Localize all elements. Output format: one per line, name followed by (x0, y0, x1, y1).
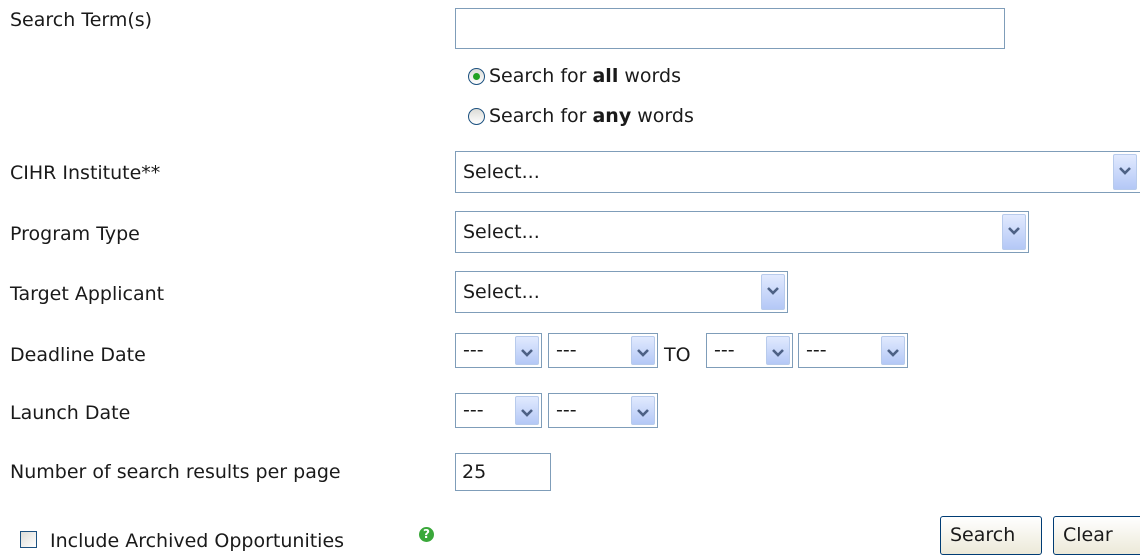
program-type-select[interactable]: Select... (455, 211, 1029, 253)
search-terms-label: Search Term(s) (10, 9, 153, 31)
launch-day-value: --- (556, 399, 577, 421)
program-type-value: Select... (463, 221, 540, 243)
chevron-down-icon[interactable] (631, 336, 655, 365)
target-applicant-label: Target Applicant (10, 283, 165, 305)
deadline-from-day-select[interactable]: --- (548, 333, 658, 368)
chevron-down-icon[interactable] (761, 274, 785, 310)
launch-month-value: --- (463, 399, 484, 421)
target-applicant-value: Select... (463, 281, 540, 303)
launch-month-select[interactable]: --- (455, 393, 542, 428)
radio-any-label-bold: any (592, 105, 632, 127)
launch-date-label: Launch Date (10, 402, 131, 424)
radio-any-words[interactable] (468, 107, 485, 125)
radio-all-words[interactable] (468, 67, 485, 85)
deadline-from-month-select[interactable]: --- (455, 333, 542, 368)
chevron-down-icon[interactable] (1002, 214, 1026, 250)
chevron-down-icon[interactable] (766, 336, 790, 365)
deadline-to-day-select[interactable]: --- (798, 333, 908, 368)
cihr-institute-value: Select... (463, 161, 540, 183)
results-per-page-label: Number of search results per page (10, 461, 341, 483)
deadline-from-day-value: --- (556, 339, 577, 361)
clear-button[interactable]: Clear (1053, 516, 1140, 555)
search-all-words-option[interactable]: Search for all words (468, 63, 681, 89)
search-button[interactable]: Search (940, 516, 1042, 555)
deadline-to-month-value: --- (714, 339, 735, 361)
cihr-institute-select[interactable]: Select... (455, 151, 1140, 193)
program-type-label: Program Type (10, 223, 140, 245)
chevron-down-icon[interactable] (515, 396, 539, 425)
help-question-icon[interactable]: ? (419, 527, 434, 542)
include-archived-checkbox[interactable] (20, 531, 37, 548)
deadline-from-month-value: --- (463, 339, 484, 361)
chevron-down-icon[interactable] (1113, 154, 1137, 190)
search-any-words-option[interactable]: Search for any words (468, 103, 694, 129)
deadline-to-day-value: --- (806, 339, 827, 361)
chevron-down-icon[interactable] (631, 396, 655, 425)
include-archived-label: Include Archived Opportunities (50, 530, 345, 552)
launch-day-select[interactable]: --- (548, 393, 658, 428)
chevron-down-icon[interactable] (515, 336, 539, 365)
deadline-to-label: TO (664, 344, 691, 366)
radio-any-label-pre: Search for (489, 105, 593, 127)
cihr-institute-label: CIHR Institute** (10, 162, 161, 184)
target-applicant-select[interactable]: Select... (455, 271, 788, 313)
chevron-down-icon[interactable] (881, 336, 905, 365)
radio-selected-dot (473, 72, 480, 80)
radio-all-label-pre: Search for (489, 65, 593, 87)
deadline-to-month-select[interactable]: --- (706, 333, 793, 368)
radio-any-label-post: words (631, 105, 694, 127)
results-per-page-input[interactable]: 25 (455, 453, 551, 491)
deadline-date-label: Deadline Date (10, 344, 146, 366)
radio-all-label-post: words (618, 65, 681, 87)
radio-all-label-bold: all (592, 65, 619, 87)
search-terms-input[interactable] (455, 8, 1005, 49)
